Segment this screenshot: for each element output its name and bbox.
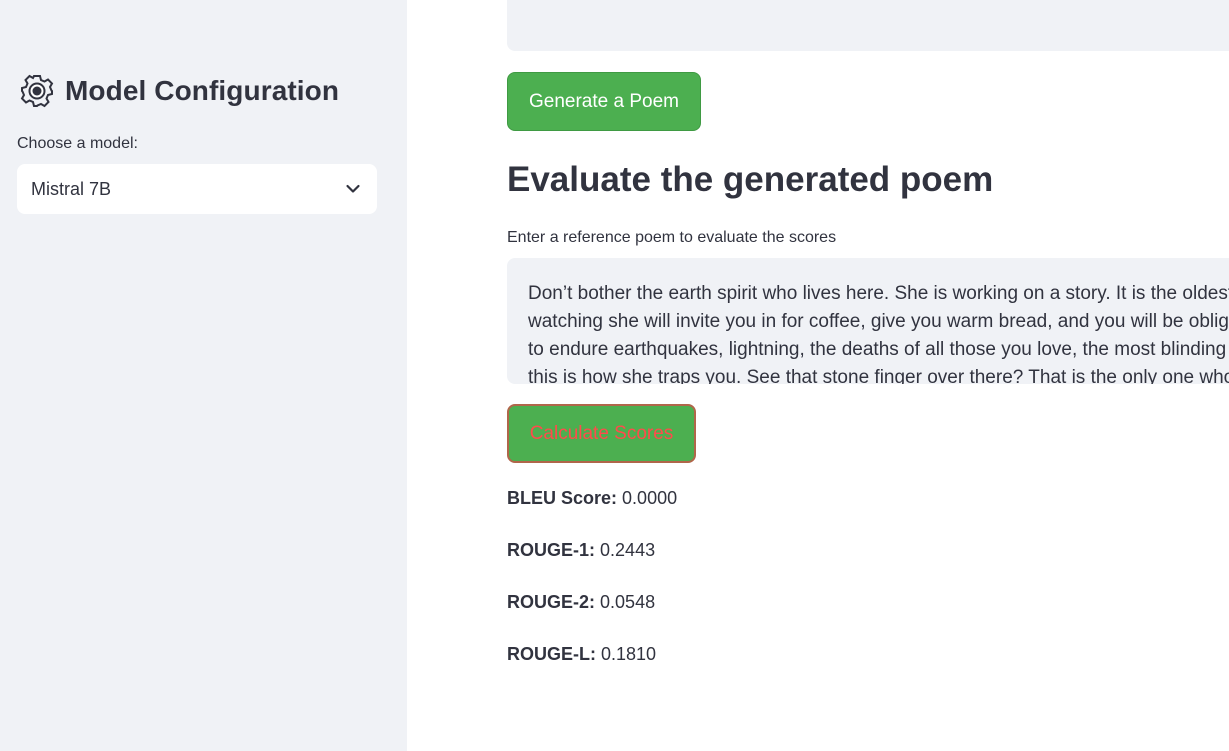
reference-poem-line: Don’t bother the earth spirit who lives …: [528, 283, 1229, 304]
sidebar: Model Configuration Choose a model: Mist…: [0, 0, 407, 751]
bleu-score-label: BLEU Score:: [507, 488, 618, 508]
poem-prompt-input[interactable]: [507, 0, 1229, 51]
generate-poem-button[interactable]: Generate a Poem: [507, 72, 701, 131]
evaluate-section-title: Evaluate the generated poem: [507, 160, 994, 199]
reference-poem-line: to endure earthquakes, lightning, the de…: [528, 339, 1229, 360]
reference-poem-label: Enter a reference poem to evaluate the s…: [507, 229, 837, 246]
sidebar-header: Model Configuration: [19, 73, 339, 109]
rouge-l-label: ROUGE-L:: [507, 644, 596, 664]
calculate-scores-button[interactable]: Calculate Scores: [507, 404, 696, 463]
main-content: Generate a Poem Evaluate the generated p…: [407, 0, 1229, 751]
rouge-2-score: ROUGE-2: 0.0548: [507, 592, 655, 613]
bleu-score-value: 0.0000: [622, 488, 678, 508]
rouge-1-label: ROUGE-1:: [507, 540, 596, 560]
bleu-score: BLEU Score: 0.0000: [507, 488, 677, 509]
rouge-l-value: 0.1810: [601, 644, 657, 664]
model-select[interactable]: Mistral 7B: [17, 164, 377, 214]
rouge-2-value: 0.0548: [600, 592, 656, 612]
rouge-l-score: ROUGE-L: 0.1810: [507, 644, 656, 665]
rouge-1-value: 0.2443: [600, 540, 656, 560]
model-select-value: Mistral 7B: [31, 178, 112, 199]
chevron-down-icon[interactable]: [345, 181, 361, 197]
rouge-1-score: ROUGE-1: 0.2443: [507, 540, 655, 561]
model-select-label: Choose a model:: [17, 135, 138, 152]
reference-poem-text: Don’t bother the earth spirit who lives …: [528, 280, 1229, 384]
reference-poem-line: this is how she traps you. See that ston…: [528, 367, 1229, 384]
rouge-2-label: ROUGE-2:: [507, 592, 596, 612]
sidebar-title: Model Configuration: [65, 75, 340, 106]
reference-poem-textarea[interactable]: Don’t bother the earth spirit who lives …: [507, 258, 1229, 384]
app-window: Model Configuration Choose a model: Mist…: [0, 0, 1229, 751]
gear-icon: [19, 73, 55, 109]
reference-poem-line: watching she will invite you in for coff…: [528, 311, 1229, 332]
